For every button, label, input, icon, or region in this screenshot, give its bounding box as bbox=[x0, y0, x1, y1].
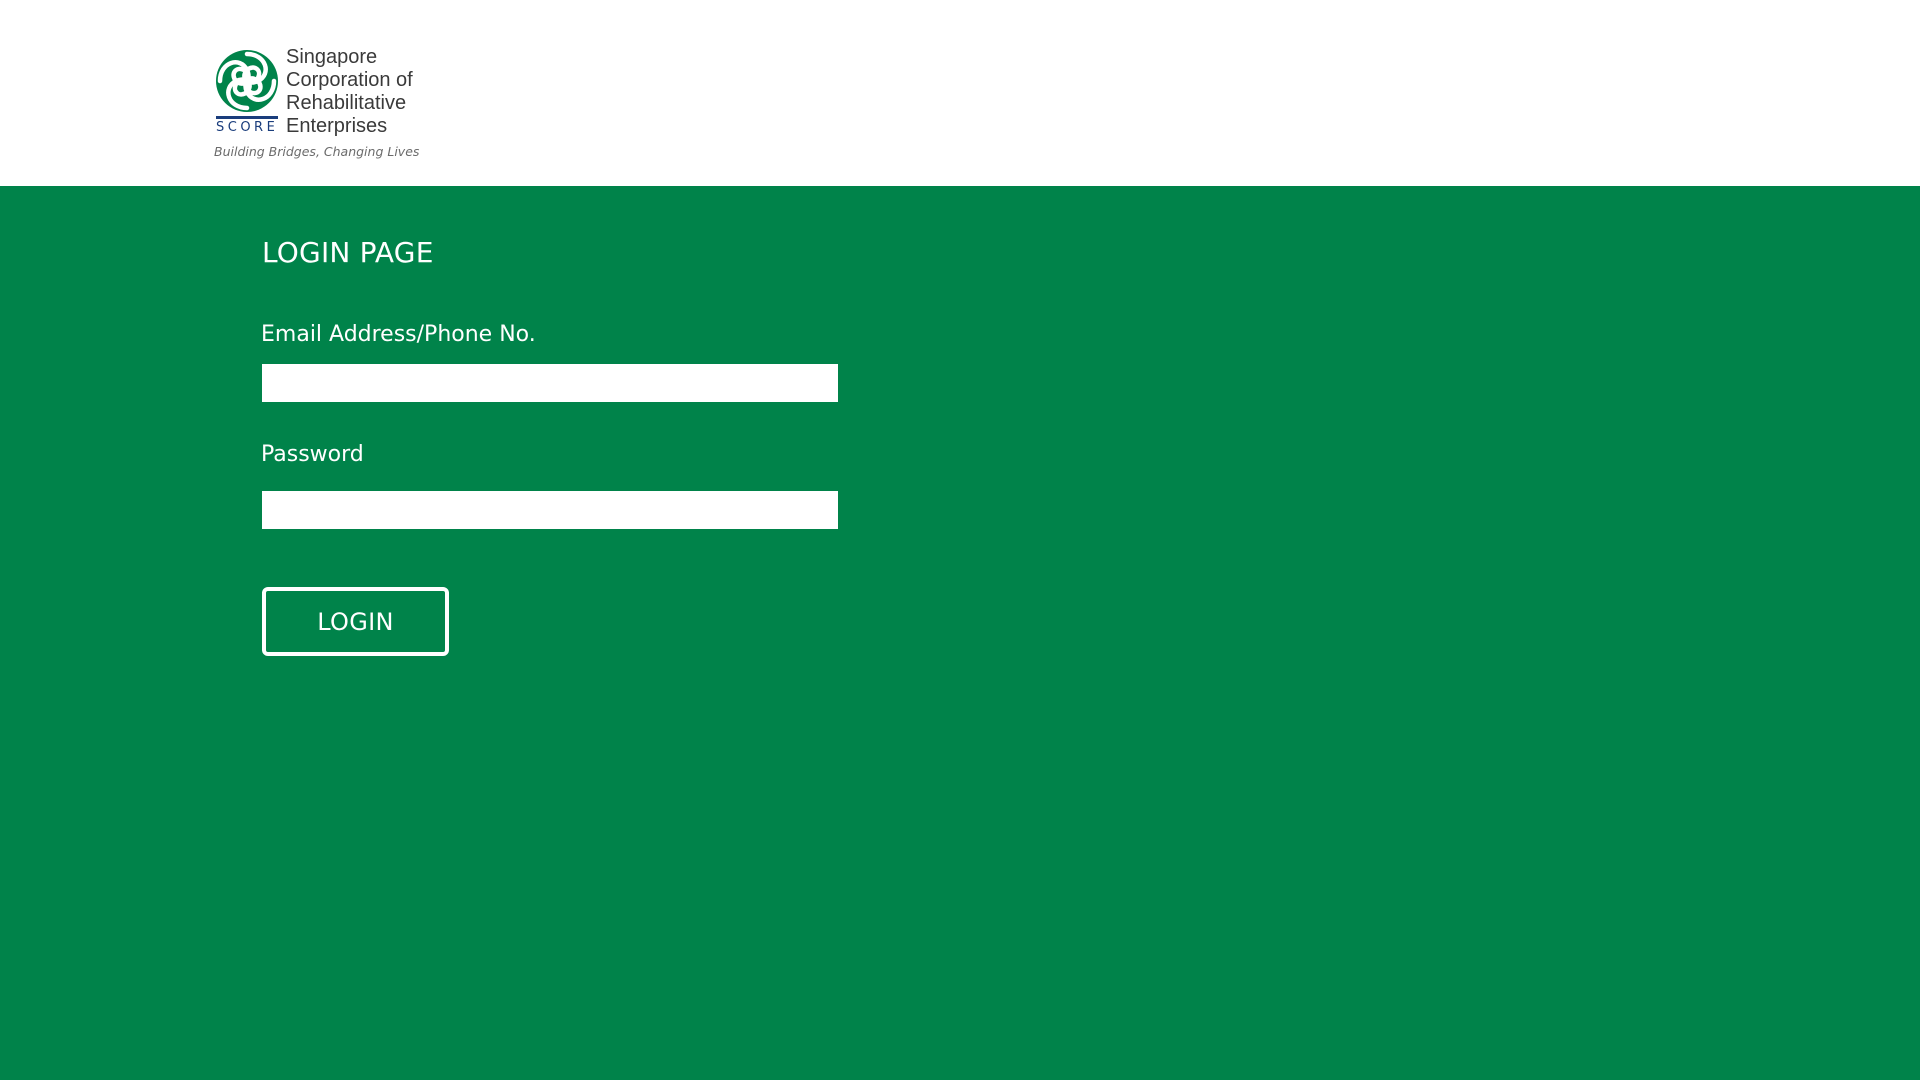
logo-divider bbox=[216, 116, 278, 119]
page-header: SCORE Singapore Corporation of Rehabilit… bbox=[0, 0, 1920, 186]
score-logo: SCORE Singapore Corporation of Rehabilit… bbox=[214, 46, 434, 164]
logo-name-line-1: Singapore bbox=[286, 46, 378, 68]
logo-name-line-4: Enterprises bbox=[286, 115, 388, 137]
logo-name-line-3: Rehabilitative bbox=[286, 92, 407, 114]
page-title: LOGIN PAGE bbox=[262, 236, 434, 269]
password-label: Password bbox=[261, 442, 364, 467]
login-panel: LOGIN PAGE Email Address/Phone No. Passw… bbox=[0, 186, 1920, 1080]
score-swirl-icon bbox=[216, 50, 278, 112]
login-button[interactable]: LOGIN bbox=[262, 587, 449, 656]
logo-tagline: Building Bridges, Changing Lives bbox=[214, 144, 420, 159]
logo-acronym: SCORE bbox=[216, 120, 279, 135]
email-label: Email Address/Phone No. bbox=[261, 322, 536, 347]
logo-name-line-2: Corporation of bbox=[286, 69, 413, 91]
password-input[interactable] bbox=[262, 491, 838, 529]
logo-name: Singapore Corporation of Rehabilitative … bbox=[286, 46, 436, 138]
email-phone-input[interactable] bbox=[262, 364, 838, 402]
